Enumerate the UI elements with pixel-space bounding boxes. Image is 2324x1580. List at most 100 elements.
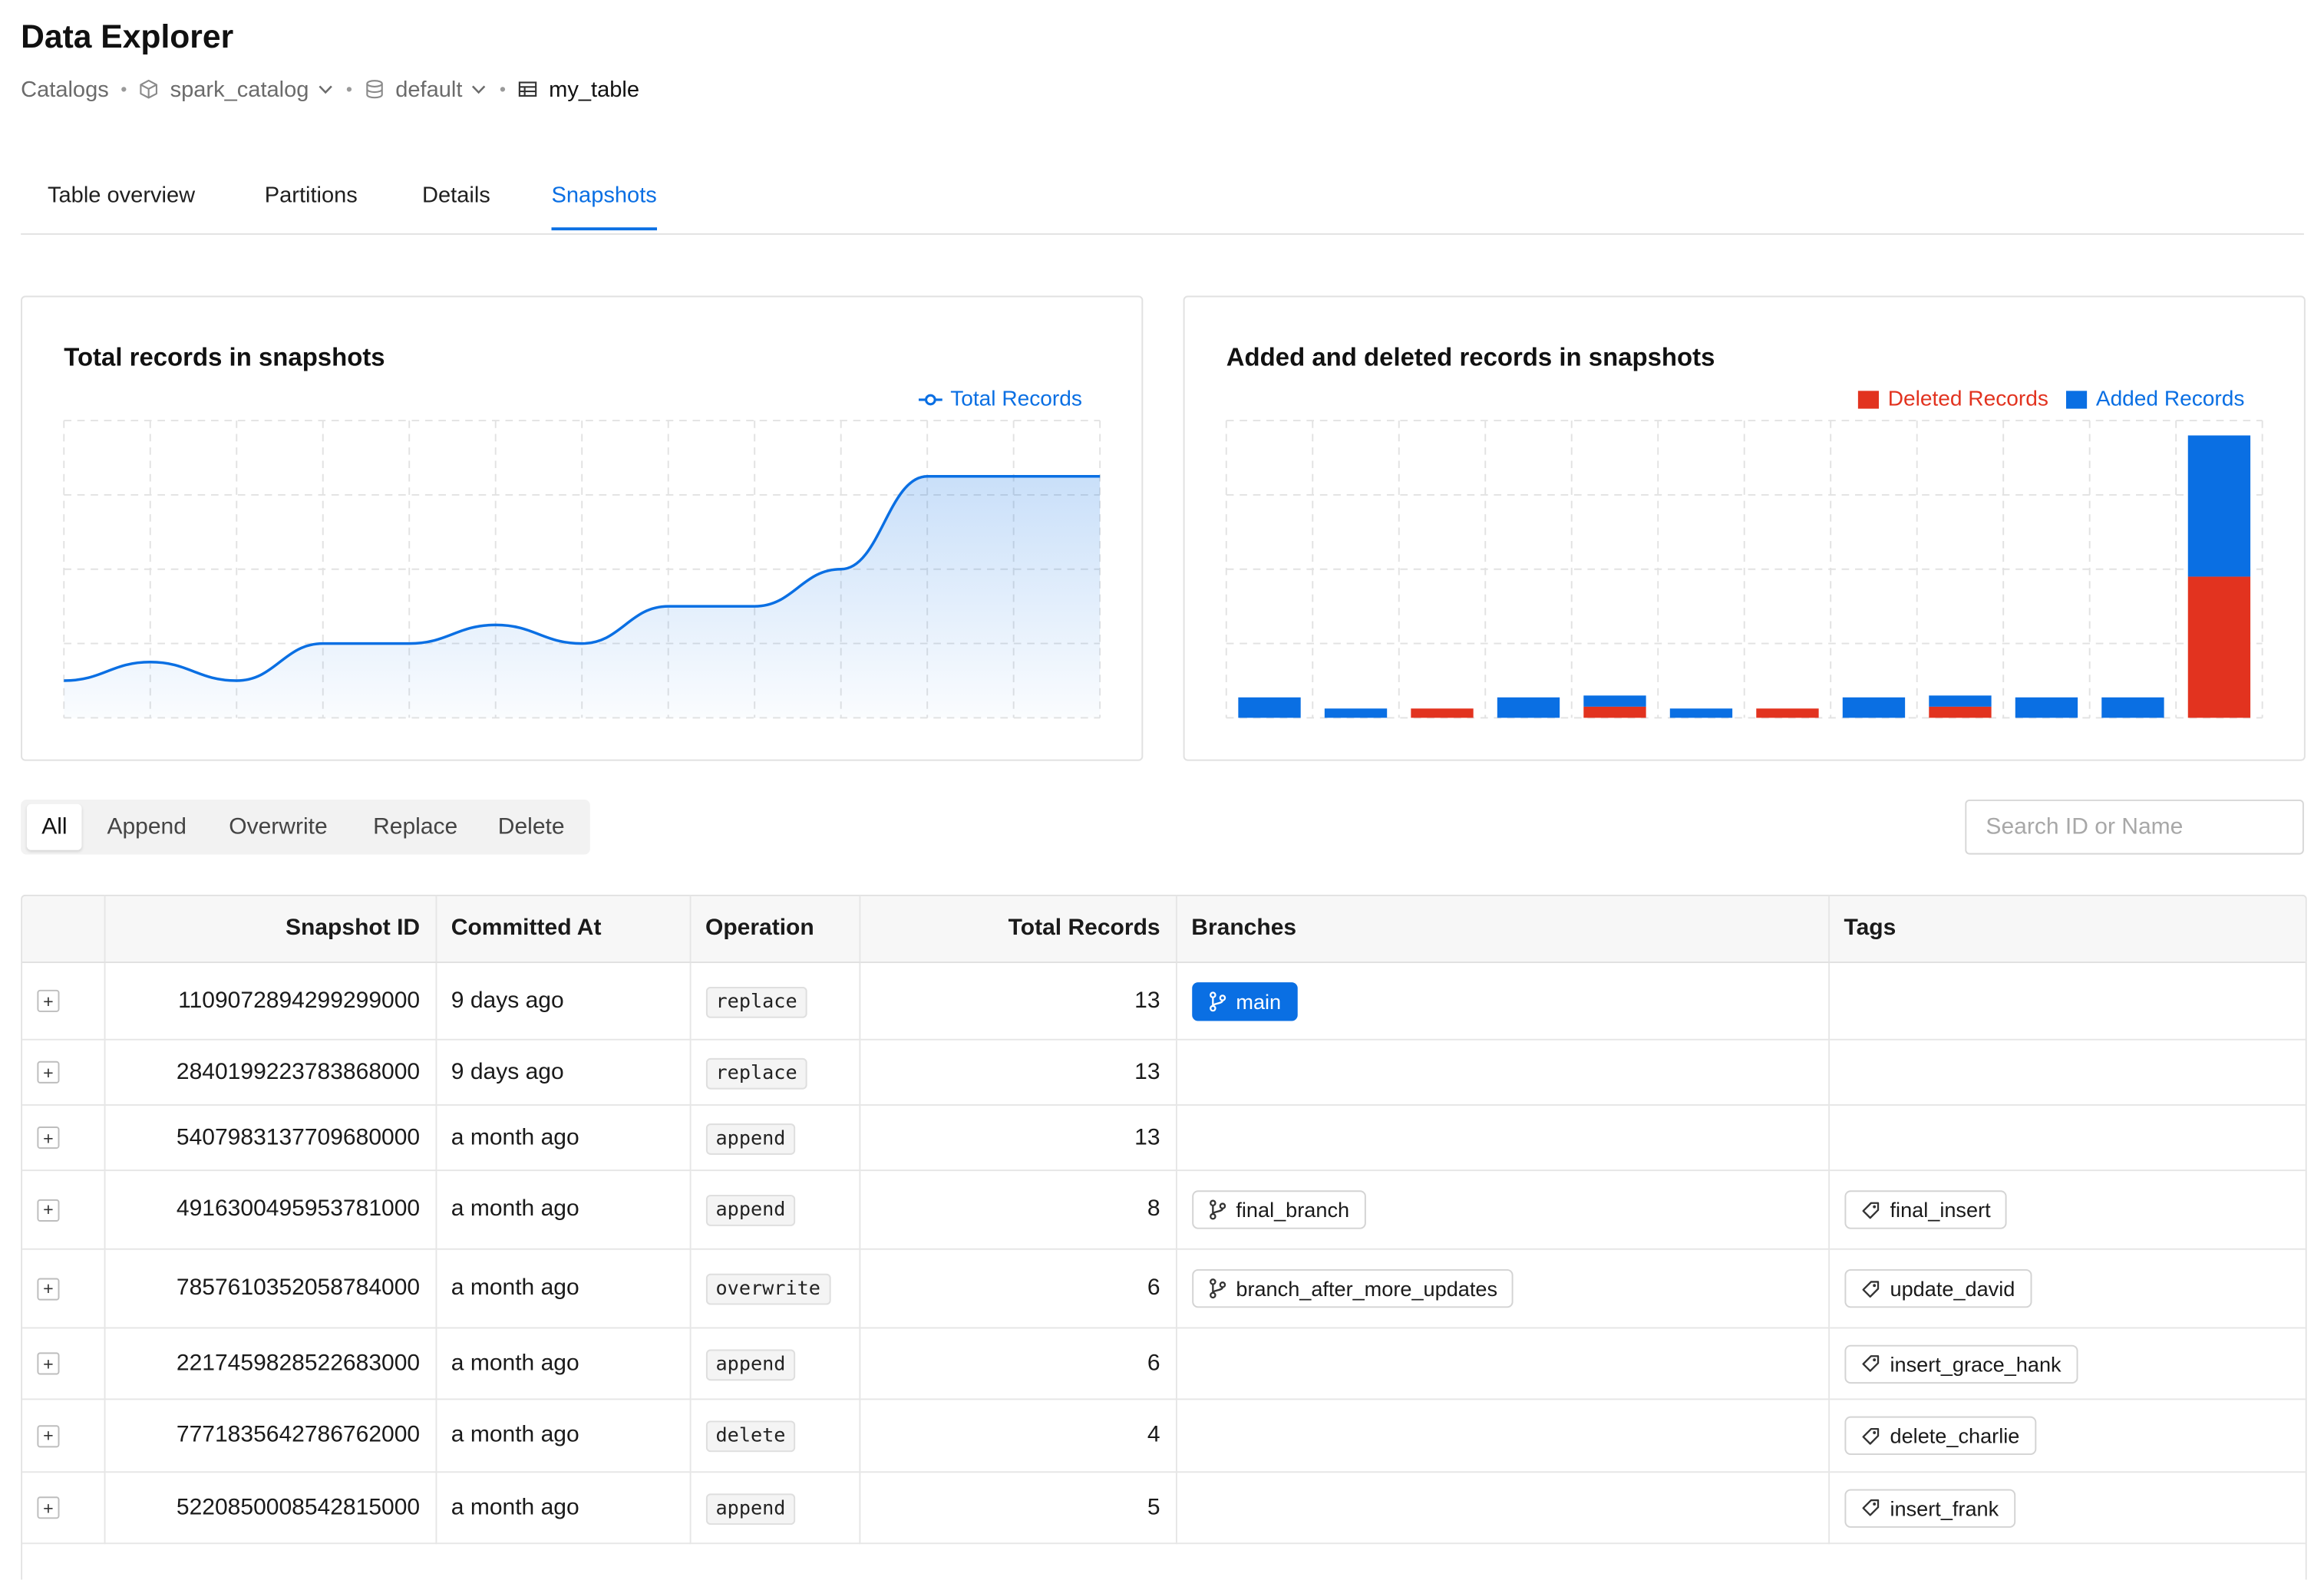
- added-bar[interactable]: [2187, 435, 2251, 577]
- data-point[interactable]: [1096, 473, 1104, 480]
- data-point[interactable]: [751, 602, 758, 610]
- operation-badge: append: [705, 1123, 797, 1154]
- filter-replace[interactable]: Replace: [358, 804, 473, 850]
- tag-badge[interactable]: delete_charlie: [1844, 1416, 2036, 1456]
- added-bar[interactable]: [1497, 697, 1560, 718]
- tab-table-overview[interactable]: Table overview: [48, 183, 195, 227]
- breadcrumb-schema[interactable]: default: [365, 77, 488, 102]
- table-row[interactable]: +4916300495953781000 a month ago append 8 fi…: [22, 1170, 2306, 1250]
- table-icon: [517, 79, 538, 100]
- data-point[interactable]: [837, 566, 845, 573]
- table-row[interactable]: +2217459828522683000 a month ago append 6 in…: [22, 1328, 2306, 1400]
- data-point[interactable]: [492, 622, 500, 629]
- deleted-bar[interactable]: [1411, 708, 1474, 718]
- tags-cell: [1828, 1104, 2306, 1172]
- table-row[interactable]: +5407983137709680000 a month ago append 13: [22, 1104, 2306, 1172]
- deleted-bar[interactable]: [2187, 576, 2251, 718]
- branch-badge[interactable]: final_branch: [1191, 1190, 1366, 1229]
- operation-cell: replace: [689, 1039, 860, 1106]
- tag-name: insert_grace_hank: [1890, 1351, 2062, 1376]
- table-row[interactable]: +5220850008542815000 a month ago append 5 in…: [22, 1472, 2306, 1545]
- added-bar[interactable]: [2015, 697, 2078, 718]
- breadcrumb: Catalogs • spark_catalog • default • my_…: [21, 73, 639, 106]
- branches-cell: [1175, 1472, 1830, 1545]
- search-input[interactable]: [1965, 799, 2304, 855]
- tab-details[interactable]: Details: [422, 183, 490, 227]
- snapshot-id-cell: 7771835642786762000: [104, 1399, 437, 1473]
- total-records-cell: 8: [859, 1170, 1177, 1250]
- table-row[interactable]: +7771835642786762000 a month ago delete 4 de…: [22, 1399, 2306, 1473]
- breadcrumb-catalog[interactable]: spark_catalog: [139, 77, 334, 102]
- column-header-snapshot-id[interactable]: Snapshot ID: [104, 896, 437, 963]
- column-header-branches[interactable]: Branches: [1175, 896, 1830, 963]
- table-row[interactable]: +7857610352058784000 a month ago overwrite…: [22, 1248, 2306, 1329]
- added-bar[interactable]: [1324, 708, 1388, 718]
- tab-snapshots[interactable]: Snapshots: [551, 183, 657, 231]
- column-header-committed-at[interactable]: Committed At: [435, 896, 691, 963]
- breadcrumb-separator: •: [345, 78, 353, 100]
- data-point[interactable]: [1010, 473, 1018, 480]
- table-header-row: Snapshot ID Committed At Operation Total…: [22, 896, 2306, 963]
- data-point[interactable]: [233, 677, 240, 684]
- expand-row-icon[interactable]: +: [37, 1060, 60, 1084]
- added-bar[interactable]: [2101, 697, 2164, 718]
- column-header-total-records[interactable]: Total Records: [859, 896, 1177, 963]
- expand-row-icon[interactable]: +: [37, 1277, 60, 1300]
- deleted-bar[interactable]: [1583, 706, 1646, 718]
- expand-row-icon[interactable]: +: [37, 1126, 60, 1150]
- branch-name: final_branch: [1236, 1197, 1350, 1222]
- git-branch-icon: [1209, 1278, 1226, 1299]
- branch-badge[interactable]: main: [1191, 981, 1298, 1021]
- expand-row-icon[interactable]: +: [37, 989, 60, 1012]
- chevron-down-icon: [470, 81, 487, 98]
- column-header-expand: [22, 896, 105, 963]
- data-point[interactable]: [923, 473, 931, 480]
- column-header-operation[interactable]: Operation: [689, 896, 860, 963]
- branches-cell: [1175, 1039, 1830, 1106]
- tag-badge[interactable]: insert_frank: [1844, 1488, 2015, 1527]
- tags-cell: [1828, 962, 2306, 1041]
- branch-badge[interactable]: branch_after_more_updates: [1191, 1268, 1514, 1308]
- cube-icon: [139, 79, 160, 100]
- table-row[interactable]: +1109072894299299000 9 days ago replace 13 m…: [22, 962, 2306, 1041]
- expand-row-icon[interactable]: +: [37, 1352, 60, 1375]
- expand-row-icon[interactable]: +: [37, 1424, 60, 1447]
- tag-badge[interactable]: insert_grace_hank: [1844, 1344, 2078, 1384]
- breadcrumb-catalogs[interactable]: Catalogs: [21, 77, 109, 102]
- tags-cell: [1828, 1039, 2306, 1106]
- tag-icon: [1861, 1201, 1879, 1219]
- tab-partitions[interactable]: Partitions: [265, 183, 358, 227]
- total-records-cell: 13: [859, 1039, 1177, 1106]
- tag-badge[interactable]: final_insert: [1844, 1190, 2007, 1229]
- expand-row-icon[interactable]: +: [37, 1496, 60, 1519]
- data-point[interactable]: [405, 640, 413, 648]
- breadcrumb-table[interactable]: my_table: [517, 77, 639, 102]
- committed-at-cell: a month ago: [435, 1399, 691, 1473]
- added-bar[interactable]: [1669, 708, 1733, 718]
- data-point[interactable]: [319, 640, 327, 648]
- snapshot-id-cell: 1109072894299299000: [104, 962, 437, 1041]
- table-row[interactable]: +2840199223783868000 9 days ago replace 13: [22, 1039, 2306, 1106]
- deleted-bar[interactable]: [1756, 708, 1819, 718]
- filter-append[interactable]: Append: [92, 804, 201, 850]
- filter-overwrite[interactable]: Overwrite: [214, 804, 342, 850]
- snapshot-id-cell: 5407983137709680000: [104, 1104, 437, 1172]
- added-bar[interactable]: [1929, 695, 1992, 707]
- expand-row-icon[interactable]: +: [37, 1198, 60, 1221]
- database-icon: [365, 79, 385, 100]
- added-bar[interactable]: [1238, 697, 1301, 718]
- tag-badge[interactable]: update_david: [1844, 1268, 2032, 1308]
- total-records-cell: 13: [859, 962, 1177, 1041]
- data-point[interactable]: [147, 658, 154, 666]
- added-bar[interactable]: [1842, 697, 1906, 718]
- data-point[interactable]: [665, 602, 672, 610]
- data-point[interactable]: [60, 677, 68, 684]
- filter-all[interactable]: All: [26, 803, 82, 850]
- column-header-tags[interactable]: Tags: [1828, 896, 2306, 963]
- added-bar[interactable]: [1583, 695, 1646, 707]
- filter-delete[interactable]: Delete: [483, 804, 579, 850]
- deleted-bar[interactable]: [1929, 706, 1992, 718]
- committed-at-cell: a month ago: [435, 1170, 691, 1250]
- tags-cell: update_david: [1828, 1248, 2306, 1329]
- data-point[interactable]: [578, 640, 586, 648]
